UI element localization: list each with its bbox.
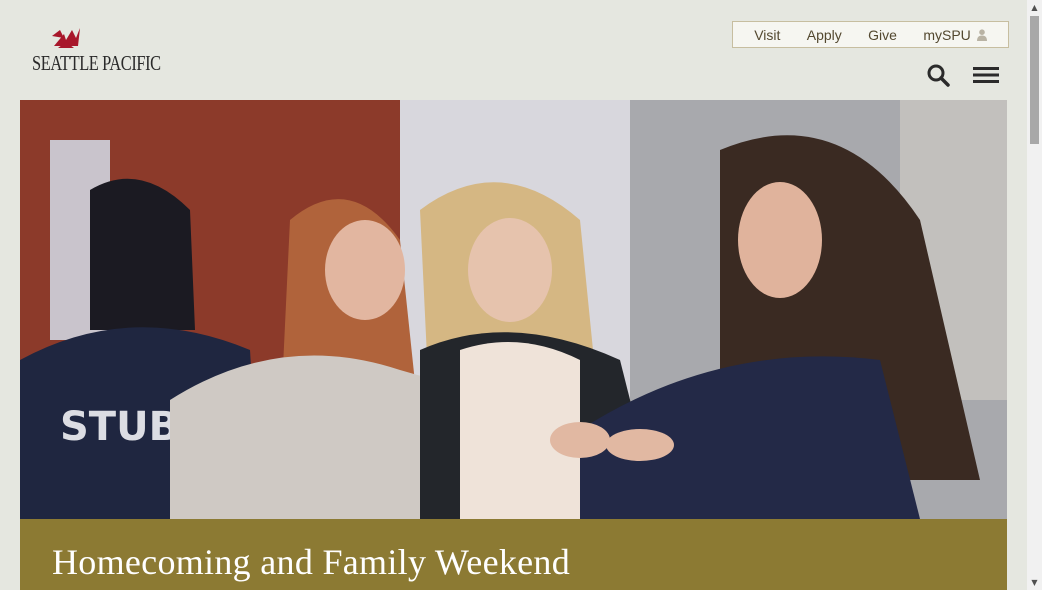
scrollbar-thumb[interactable] — [1030, 16, 1039, 144]
search-button[interactable] — [925, 62, 951, 88]
page-scrollbar[interactable]: ▲ ▼ — [1027, 0, 1042, 590]
give-label: Give — [868, 26, 897, 43]
search-icon — [927, 64, 950, 87]
hero-caption-bar: Homecoming and Family Weekend — [20, 519, 1007, 590]
visit-link[interactable]: Visit — [754, 27, 780, 43]
user-icon — [976, 28, 987, 41]
utility-nav: Visit Apply Give mySPU — [732, 21, 1009, 48]
scroll-down-arrow-icon[interactable]: ▼ — [1027, 575, 1042, 590]
shirt-text: STUB — [60, 404, 179, 450]
brand-wordmark: SEATTLE PACIFIC — [32, 51, 161, 75]
hero-image: STUB — [20, 100, 1007, 519]
apply-label: Apply — [806, 26, 842, 43]
give-link[interactable]: Give — [868, 27, 897, 43]
visit-label: Visit — [754, 26, 781, 43]
hero-photo: STUB — [20, 100, 1007, 519]
hero-caption-title[interactable]: Homecoming and Family Weekend — [52, 541, 570, 583]
menu-button[interactable] — [973, 62, 999, 88]
myspu-label: mySPU — [923, 26, 971, 43]
myspu-link[interactable]: mySPU — [923, 26, 987, 43]
header-actions — [925, 62, 999, 88]
menu-icon — [973, 67, 999, 83]
seattle-pacific-logo[interactable]: SEATTLE PACIFIC — [30, 24, 161, 75]
apply-link[interactable]: Apply — [807, 27, 842, 43]
scroll-up-arrow-icon[interactable]: ▲ — [1027, 0, 1042, 15]
flame-logo-icon — [52, 28, 80, 48]
